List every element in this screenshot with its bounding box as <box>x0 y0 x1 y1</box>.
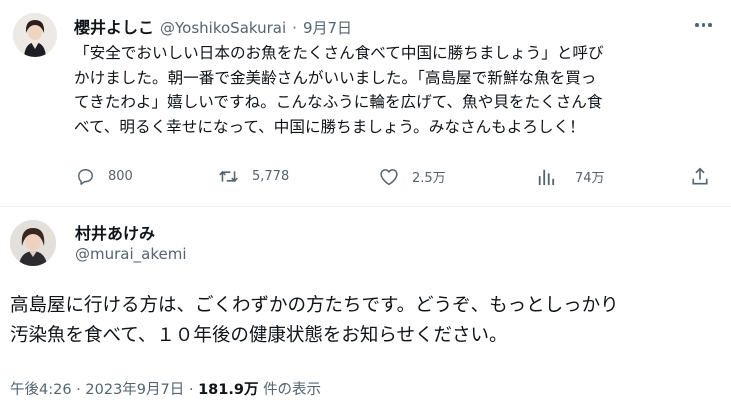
reply-icon <box>78 169 93 185</box>
avatar-murai-image <box>10 220 56 266</box>
reply-view-label: 件の表示 <box>263 382 322 398</box>
reply-text-line: 汚染魚を食べて、１０年後の健康状態をお知らせください。 <box>10 324 508 346</box>
share-button[interactable] <box>691 166 709 186</box>
retweet-icon <box>219 170 238 183</box>
avatar-murai[interactable] <box>10 220 56 266</box>
retweet-count: 5,778 <box>252 169 290 184</box>
retweet-button[interactable]: 5,778 <box>218 167 289 186</box>
tweet-divider <box>0 206 731 207</box>
tweet-text-line: 「安全でおいしい日本のお魚をたくさん食べて中国に勝ちましょう」と呼び <box>74 44 604 62</box>
tweet-text-line: てきたわよ」嬉しいですね。こんなふうに輪を広げて、魚や貝をたくさん食 <box>74 93 603 111</box>
view-count: 74万 <box>575 171 605 186</box>
separator: · <box>292 19 297 37</box>
tweet-date[interactable]: 9月7日 <box>303 17 352 38</box>
reply-meta: 午後4:26 · 2023年9月7日 · 181.9万 件の表示 <box>10 378 321 399</box>
reply-text-line: 高島屋に行ける方は、ごくわずかの方たちです。どうぞ、もっとしっかり <box>10 295 619 316</box>
tweet-header: 櫻井よしこ @YoshikoSakurai · 9月7日 <box>74 14 352 38</box>
heart-icon <box>380 169 398 186</box>
reply-count: 800 <box>108 169 133 184</box>
views-bar-icon <box>538 169 555 185</box>
like-button[interactable]: 2.5万 <box>379 167 446 186</box>
views-button[interactable]: 74万 <box>537 167 605 186</box>
reply-button[interactable]: 800 <box>76 167 133 186</box>
tweet-text: 「安全でおいしい日本のお魚をたくさん食べて中国に勝ちましょう」と呼び かけました… <box>74 41 714 139</box>
display-name[interactable]: 櫻井よしこ <box>74 14 154 38</box>
avatar-sakurai[interactable] <box>13 13 57 57</box>
share-icon <box>692 167 708 185</box>
tweet-text-line: かけました。朝一番で金美齢さんがいいました。「高島屋で新鮮な魚を買っ <box>74 68 597 87</box>
tweet-text-line: べて、明るく幸せになって、中国に勝ちましょう。みなさんもよろしく！ <box>74 117 585 136</box>
reply-handle[interactable]: @murai_akemi <box>75 245 187 263</box>
more-dots-icon[interactable] <box>695 23 712 27</box>
reply-timestamp[interactable]: 午後4:26 · 2023年9月7日 · <box>10 382 193 398</box>
reply-text: 高島屋に行ける方は、ごくわずかの方たちです。どうぞ、もっとしっかり 汚染魚を食べ… <box>10 291 720 350</box>
reply-display-name[interactable]: 村井あけみ <box>75 220 155 244</box>
avatar-sakurai-image <box>13 13 57 57</box>
reply-view-count: 181.9万 <box>198 382 259 398</box>
handle[interactable]: @YoshikoSakurai <box>160 19 286 37</box>
like-count: 2.5万 <box>412 171 446 186</box>
